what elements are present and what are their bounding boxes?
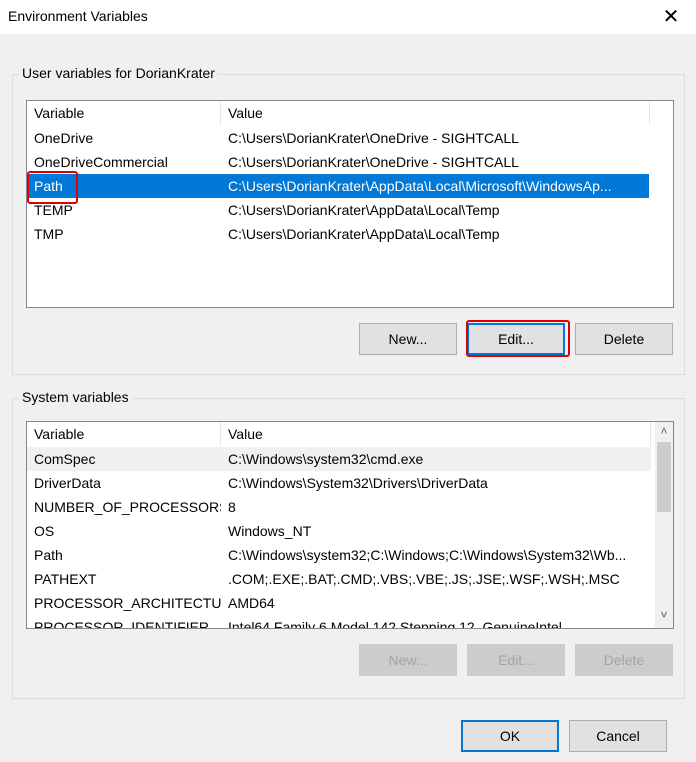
table-row[interactable]: PATHEXT .COM;.EXE;.BAT;.CMD;.VBS;.VBE;.J… — [27, 567, 651, 591]
scroll-up-icon[interactable]: ˄ — [655, 422, 673, 440]
scrollbar-thumb[interactable] — [657, 442, 671, 512]
ok-button[interactable]: OK — [461, 720, 559, 752]
user-new-button[interactable]: New... — [359, 323, 457, 355]
system-list-header: Variable Value — [27, 422, 673, 446]
value-cell: AMD64 — [228, 595, 275, 611]
table-row[interactable]: DriverData C:\Windows\System32\Drivers\D… — [27, 471, 651, 495]
column-header-value[interactable]: Value — [221, 422, 651, 446]
user-variables-label: User variables for DorianKrater — [19, 65, 218, 81]
edit-annotation-box — [466, 320, 570, 357]
user-delete-button[interactable]: Delete — [575, 323, 673, 355]
variable-cell: Path — [34, 547, 63, 563]
value-cell: C:\Users\DorianKrater\AppData\Local\Temp — [228, 226, 500, 242]
column-header-variable[interactable]: Variable — [27, 422, 221, 446]
system-variables-group: System variables Variable Value ComSpec … — [12, 389, 685, 699]
column-header-value[interactable]: Value — [221, 101, 650, 125]
variable-cell: PROCESSOR_IDENTIFIER — [34, 619, 210, 629]
vertical-scrollbar[interactable]: ˄ ˅ — [655, 422, 673, 628]
scroll-down-icon[interactable]: ˅ — [655, 606, 673, 624]
value-cell: .COM;.EXE;.BAT;.CMD;.VBS;.VBE;.JS;.JSE;.… — [228, 571, 620, 587]
system-new-button[interactable]: New... — [359, 644, 457, 676]
value-cell: C:\Windows\system32\cmd.exe — [228, 451, 424, 467]
cancel-button[interactable]: Cancel — [569, 720, 667, 752]
table-row[interactable]: TEMP C:\Users\DorianKrater\AppData\Local… — [27, 198, 649, 222]
variable-cell: ComSpec — [34, 451, 96, 467]
variable-cell: PATHEXT — [34, 571, 97, 587]
table-row[interactable]: TMP C:\Users\DorianKrater\AppData\Local\… — [27, 222, 649, 246]
user-list-header: Variable Value — [27, 101, 673, 125]
table-row[interactable]: ComSpec C:\Windows\system32\cmd.exe — [27, 447, 651, 471]
value-cell: C:\Users\DorianKrater\OneDrive - SIGHTCA… — [228, 154, 519, 170]
value-cell: Windows_NT — [228, 523, 312, 539]
variable-cell: TMP — [34, 226, 64, 242]
system-edit-button[interactable]: Edit... — [467, 644, 565, 676]
table-row-selected[interactable]: Path C:\Users\DorianKrater\AppData\Local… — [27, 174, 649, 198]
close-icon[interactable]: ✕ — [646, 0, 696, 34]
table-row[interactable]: OneDrive C:\Users\DorianKrater\OneDrive … — [27, 126, 649, 150]
table-row[interactable]: NUMBER_OF_PROCESSORS 8 — [27, 495, 651, 519]
variable-cell: OneDrive — [34, 130, 94, 146]
value-cell: C:\Users\DorianKrater\OneDrive - SIGHTCA… — [228, 130, 519, 146]
variable-cell: OS — [34, 523, 55, 539]
value-cell: C:\Windows\System32\Drivers\DriverData — [228, 475, 488, 491]
table-row[interactable]: OS Windows_NT — [27, 519, 651, 543]
user-variables-list[interactable]: Variable Value OneDrive C:\Users\DorianK… — [26, 100, 674, 308]
dialog-body: User variables for DorianKrater Variable… — [0, 34, 696, 762]
window-title: Environment Variables — [8, 8, 148, 24]
variable-cell: DriverData — [34, 475, 101, 491]
system-variables-label: System variables — [19, 389, 132, 405]
value-cell: 8 — [228, 499, 236, 515]
path-annotation-box — [27, 171, 78, 204]
column-header-variable[interactable]: Variable — [27, 101, 221, 125]
variable-cell: PROCESSOR_ARCHITECTU... — [34, 595, 221, 611]
system-delete-button[interactable]: Delete — [575, 644, 673, 676]
table-row[interactable]: PROCESSOR_ARCHITECTU... AMD64 — [27, 591, 651, 615]
titlebar: Environment Variables ✕ — [0, 0, 696, 34]
user-variables-group: User variables for DorianKrater Variable… — [12, 65, 685, 375]
system-variables-list[interactable]: Variable Value ComSpec C:\Windows\system… — [26, 421, 674, 629]
table-row[interactable]: OneDriveCommercial C:\Users\DorianKrater… — [27, 150, 649, 174]
value-cell: C:\Users\DorianKrater\AppData\Local\Micr… — [228, 178, 612, 194]
value-cell: C:\Windows\system32;C:\Windows;C:\Window… — [228, 547, 627, 563]
value-cell: Intel64 Family 6 Model 142 Stepping 12, … — [228, 619, 562, 629]
table-row[interactable]: PROCESSOR_IDENTIFIER Intel64 Family 6 Mo… — [27, 615, 651, 629]
table-row[interactable]: Path C:\Windows\system32;C:\Windows;C:\W… — [27, 543, 651, 567]
variable-cell: NUMBER_OF_PROCESSORS — [34, 499, 221, 515]
value-cell: C:\Users\DorianKrater\AppData\Local\Temp — [228, 202, 500, 218]
